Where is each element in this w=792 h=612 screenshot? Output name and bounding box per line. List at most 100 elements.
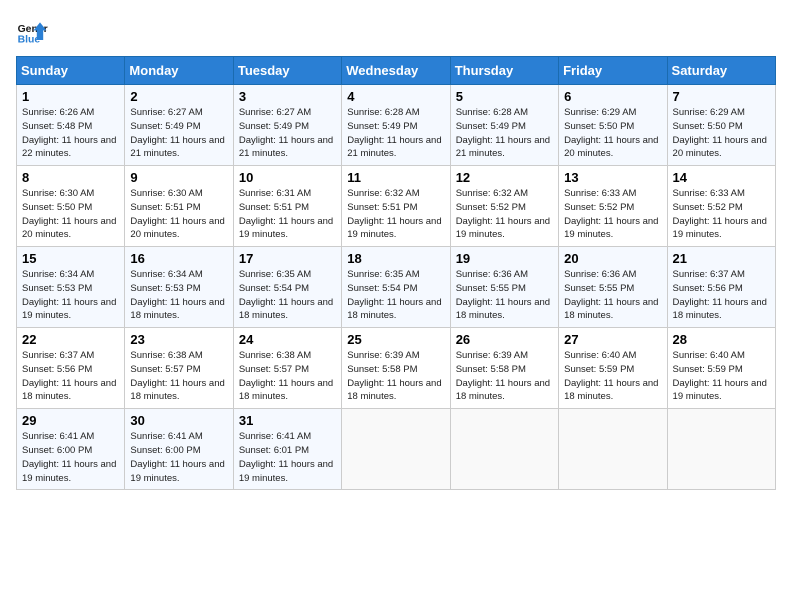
day-info: Sunrise: 6:41 AM Sunset: 6:00 PM Dayligh… — [22, 430, 119, 485]
calendar-week-4: 22 Sunrise: 6:37 AM Sunset: 5:56 PM Dayl… — [17, 328, 776, 409]
day-info: Sunrise: 6:32 AM Sunset: 5:51 PM Dayligh… — [347, 187, 444, 242]
day-info: Sunrise: 6:41 AM Sunset: 6:00 PM Dayligh… — [130, 430, 227, 485]
day-number: 22 — [22, 332, 119, 347]
calendar-cell: 29 Sunrise: 6:41 AM Sunset: 6:00 PM Dayl… — [17, 409, 125, 490]
day-number: 24 — [239, 332, 336, 347]
calendar-cell: 2 Sunrise: 6:27 AM Sunset: 5:49 PM Dayli… — [125, 85, 233, 166]
day-number: 2 — [130, 89, 227, 104]
calendar-cell: 14 Sunrise: 6:33 AM Sunset: 5:52 PM Dayl… — [667, 166, 775, 247]
calendar-cell: 1 Sunrise: 6:26 AM Sunset: 5:48 PM Dayli… — [17, 85, 125, 166]
weekday-monday: Monday — [125, 57, 233, 85]
day-number: 20 — [564, 251, 661, 266]
day-info: Sunrise: 6:40 AM Sunset: 5:59 PM Dayligh… — [673, 349, 770, 404]
calendar-week-2: 8 Sunrise: 6:30 AM Sunset: 5:50 PM Dayli… — [17, 166, 776, 247]
calendar-cell: 28 Sunrise: 6:40 AM Sunset: 5:59 PM Dayl… — [667, 328, 775, 409]
day-number: 8 — [22, 170, 119, 185]
calendar-week-5: 29 Sunrise: 6:41 AM Sunset: 6:00 PM Dayl… — [17, 409, 776, 490]
calendar-cell: 19 Sunrise: 6:36 AM Sunset: 5:55 PM Dayl… — [450, 247, 558, 328]
day-info: Sunrise: 6:31 AM Sunset: 5:51 PM Dayligh… — [239, 187, 336, 242]
calendar-cell — [342, 409, 450, 490]
day-number: 4 — [347, 89, 444, 104]
day-number: 1 — [22, 89, 119, 104]
day-info: Sunrise: 6:38 AM Sunset: 5:57 PM Dayligh… — [130, 349, 227, 404]
day-number: 19 — [456, 251, 553, 266]
day-number: 12 — [456, 170, 553, 185]
calendar-cell: 8 Sunrise: 6:30 AM Sunset: 5:50 PM Dayli… — [17, 166, 125, 247]
day-info: Sunrise: 6:37 AM Sunset: 5:56 PM Dayligh… — [673, 268, 770, 323]
day-info: Sunrise: 6:26 AM Sunset: 5:48 PM Dayligh… — [22, 106, 119, 161]
calendar-cell: 13 Sunrise: 6:33 AM Sunset: 5:52 PM Dayl… — [559, 166, 667, 247]
day-info: Sunrise: 6:36 AM Sunset: 5:55 PM Dayligh… — [564, 268, 661, 323]
day-info: Sunrise: 6:27 AM Sunset: 5:49 PM Dayligh… — [239, 106, 336, 161]
day-number: 28 — [673, 332, 770, 347]
weekday-tuesday: Tuesday — [233, 57, 341, 85]
calendar-cell: 12 Sunrise: 6:32 AM Sunset: 5:52 PM Dayl… — [450, 166, 558, 247]
calendar-cell: 24 Sunrise: 6:38 AM Sunset: 5:57 PM Dayl… — [233, 328, 341, 409]
day-info: Sunrise: 6:34 AM Sunset: 5:53 PM Dayligh… — [130, 268, 227, 323]
day-number: 13 — [564, 170, 661, 185]
calendar-cell: 10 Sunrise: 6:31 AM Sunset: 5:51 PM Dayl… — [233, 166, 341, 247]
logo: General Blue — [16, 16, 48, 48]
calendar-cell: 23 Sunrise: 6:38 AM Sunset: 5:57 PM Dayl… — [125, 328, 233, 409]
calendar-cell — [450, 409, 558, 490]
weekday-saturday: Saturday — [667, 57, 775, 85]
day-info: Sunrise: 6:27 AM Sunset: 5:49 PM Dayligh… — [130, 106, 227, 161]
calendar-week-1: 1 Sunrise: 6:26 AM Sunset: 5:48 PM Dayli… — [17, 85, 776, 166]
day-number: 10 — [239, 170, 336, 185]
weekday-friday: Friday — [559, 57, 667, 85]
calendar-cell: 5 Sunrise: 6:28 AM Sunset: 5:49 PM Dayli… — [450, 85, 558, 166]
calendar-cell: 31 Sunrise: 6:41 AM Sunset: 6:01 PM Dayl… — [233, 409, 341, 490]
day-info: Sunrise: 6:28 AM Sunset: 5:49 PM Dayligh… — [347, 106, 444, 161]
day-number: 27 — [564, 332, 661, 347]
calendar-week-3: 15 Sunrise: 6:34 AM Sunset: 5:53 PM Dayl… — [17, 247, 776, 328]
calendar-cell: 18 Sunrise: 6:35 AM Sunset: 5:54 PM Dayl… — [342, 247, 450, 328]
day-info: Sunrise: 6:28 AM Sunset: 5:49 PM Dayligh… — [456, 106, 553, 161]
day-info: Sunrise: 6:35 AM Sunset: 5:54 PM Dayligh… — [347, 268, 444, 323]
calendar-cell: 3 Sunrise: 6:27 AM Sunset: 5:49 PM Dayli… — [233, 85, 341, 166]
day-number: 11 — [347, 170, 444, 185]
day-info: Sunrise: 6:34 AM Sunset: 5:53 PM Dayligh… — [22, 268, 119, 323]
day-number: 29 — [22, 413, 119, 428]
day-info: Sunrise: 6:29 AM Sunset: 5:50 PM Dayligh… — [564, 106, 661, 161]
day-number: 17 — [239, 251, 336, 266]
day-info: Sunrise: 6:32 AM Sunset: 5:52 PM Dayligh… — [456, 187, 553, 242]
day-number: 21 — [673, 251, 770, 266]
day-number: 30 — [130, 413, 227, 428]
calendar-cell: 16 Sunrise: 6:34 AM Sunset: 5:53 PM Dayl… — [125, 247, 233, 328]
logo-icon: General Blue — [16, 16, 48, 48]
day-info: Sunrise: 6:38 AM Sunset: 5:57 PM Dayligh… — [239, 349, 336, 404]
calendar-cell: 30 Sunrise: 6:41 AM Sunset: 6:00 PM Dayl… — [125, 409, 233, 490]
day-info: Sunrise: 6:41 AM Sunset: 6:01 PM Dayligh… — [239, 430, 336, 485]
calendar-cell: 7 Sunrise: 6:29 AM Sunset: 5:50 PM Dayli… — [667, 85, 775, 166]
day-info: Sunrise: 6:30 AM Sunset: 5:51 PM Dayligh… — [130, 187, 227, 242]
day-number: 15 — [22, 251, 119, 266]
calendar-cell: 22 Sunrise: 6:37 AM Sunset: 5:56 PM Dayl… — [17, 328, 125, 409]
day-number: 3 — [239, 89, 336, 104]
calendar-cell: 21 Sunrise: 6:37 AM Sunset: 5:56 PM Dayl… — [667, 247, 775, 328]
day-info: Sunrise: 6:39 AM Sunset: 5:58 PM Dayligh… — [347, 349, 444, 404]
calendar-table: SundayMondayTuesdayWednesdayThursdayFrid… — [16, 56, 776, 490]
weekday-sunday: Sunday — [17, 57, 125, 85]
day-info: Sunrise: 6:37 AM Sunset: 5:56 PM Dayligh… — [22, 349, 119, 404]
calendar-cell: 17 Sunrise: 6:35 AM Sunset: 5:54 PM Dayl… — [233, 247, 341, 328]
weekday-thursday: Thursday — [450, 57, 558, 85]
day-number: 26 — [456, 332, 553, 347]
calendar-cell: 11 Sunrise: 6:32 AM Sunset: 5:51 PM Dayl… — [342, 166, 450, 247]
day-info: Sunrise: 6:36 AM Sunset: 5:55 PM Dayligh… — [456, 268, 553, 323]
calendar-cell: 6 Sunrise: 6:29 AM Sunset: 5:50 PM Dayli… — [559, 85, 667, 166]
day-number: 16 — [130, 251, 227, 266]
weekday-wednesday: Wednesday — [342, 57, 450, 85]
calendar-cell: 9 Sunrise: 6:30 AM Sunset: 5:51 PM Dayli… — [125, 166, 233, 247]
day-number: 18 — [347, 251, 444, 266]
day-info: Sunrise: 6:33 AM Sunset: 5:52 PM Dayligh… — [564, 187, 661, 242]
calendar-cell: 15 Sunrise: 6:34 AM Sunset: 5:53 PM Dayl… — [17, 247, 125, 328]
day-number: 25 — [347, 332, 444, 347]
calendar-cell: 4 Sunrise: 6:28 AM Sunset: 5:49 PM Dayli… — [342, 85, 450, 166]
calendar-cell: 27 Sunrise: 6:40 AM Sunset: 5:59 PM Dayl… — [559, 328, 667, 409]
weekday-header-row: SundayMondayTuesdayWednesdayThursdayFrid… — [17, 57, 776, 85]
calendar-cell — [559, 409, 667, 490]
day-number: 31 — [239, 413, 336, 428]
day-info: Sunrise: 6:29 AM Sunset: 5:50 PM Dayligh… — [673, 106, 770, 161]
calendar-cell: 20 Sunrise: 6:36 AM Sunset: 5:55 PM Dayl… — [559, 247, 667, 328]
day-number: 5 — [456, 89, 553, 104]
